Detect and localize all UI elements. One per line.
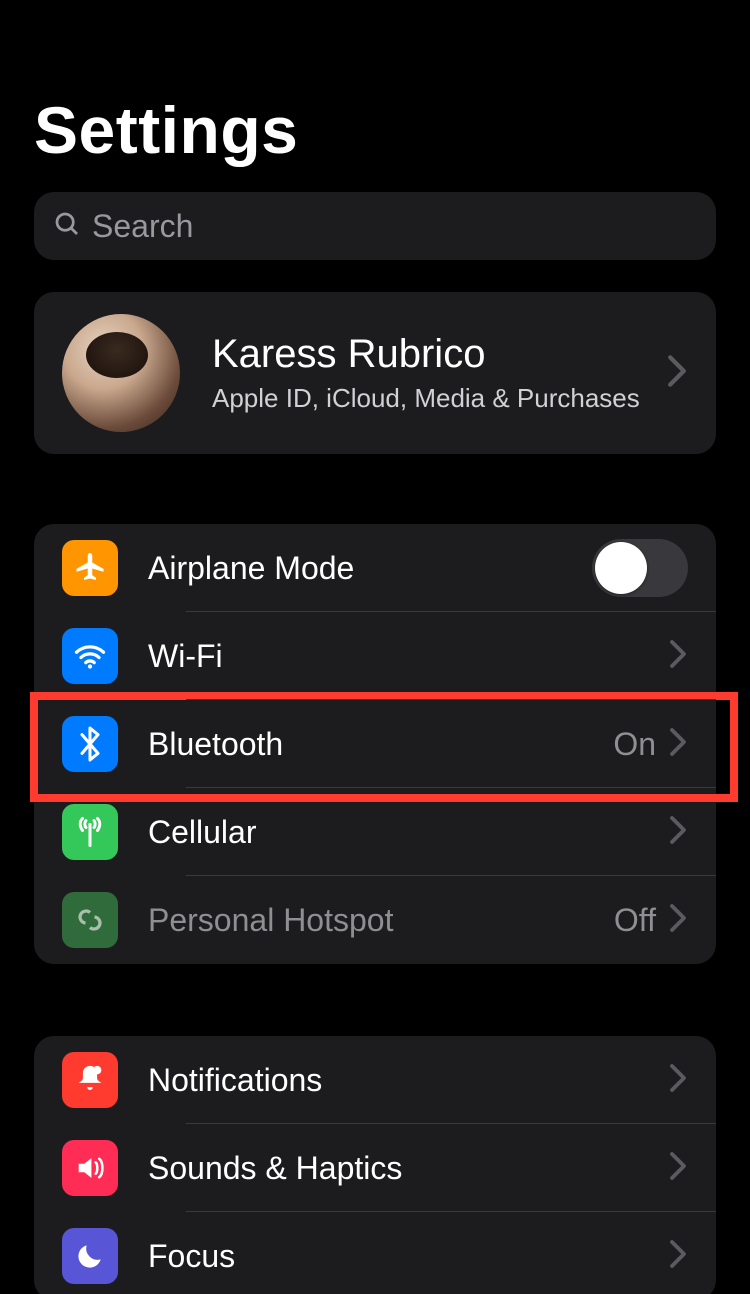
wifi-row[interactable]: Wi-Fi xyxy=(34,612,716,700)
page-title: Settings xyxy=(34,92,716,168)
airplane-mode-label: Airplane Mode xyxy=(148,550,592,587)
bluetooth-icon xyxy=(62,716,118,772)
search-field[interactable] xyxy=(34,192,716,260)
cellular-label: Cellular xyxy=(148,814,668,851)
airplane-mode-toggle[interactable] xyxy=(592,539,688,597)
apple-id-row[interactable]: Karess Rubrico Apple ID, iCloud, Media &… xyxy=(34,292,716,454)
wifi-label: Wi-Fi xyxy=(148,638,668,675)
cellular-row[interactable]: Cellular xyxy=(34,788,716,876)
chevron-right-icon xyxy=(668,1239,688,1274)
profile-subtitle: Apple ID, iCloud, Media & Purchases xyxy=(212,383,640,414)
chevron-right-icon xyxy=(668,1063,688,1098)
bluetooth-label: Bluetooth xyxy=(148,726,613,763)
sounds-label: Sounds & Haptics xyxy=(148,1150,668,1187)
search-input[interactable] xyxy=(92,208,698,245)
hotspot-row[interactable]: Personal Hotspot Off xyxy=(34,876,716,964)
focus-row[interactable]: Focus xyxy=(34,1212,716,1294)
focus-label: Focus xyxy=(148,1238,668,1275)
notifications-group: Notifications Sounds & Haptics Focus xyxy=(34,1036,716,1294)
search-icon xyxy=(52,209,82,244)
hotspot-icon xyxy=(62,892,118,948)
chevron-right-icon xyxy=(668,815,688,850)
bluetooth-value: On xyxy=(613,726,656,763)
avatar xyxy=(62,314,180,432)
chevron-right-icon xyxy=(666,354,688,393)
hotspot-label: Personal Hotspot xyxy=(148,902,614,939)
connectivity-group: Airplane Mode Wi-Fi Bluetooth On xyxy=(34,524,716,964)
notifications-label: Notifications xyxy=(148,1062,668,1099)
bluetooth-row[interactable]: Bluetooth On xyxy=(34,700,716,788)
cellular-icon xyxy=(62,804,118,860)
notifications-row[interactable]: Notifications xyxy=(34,1036,716,1124)
chevron-right-icon xyxy=(668,1151,688,1186)
hotspot-value: Off xyxy=(614,902,656,939)
speaker-icon xyxy=(62,1140,118,1196)
chevron-right-icon xyxy=(668,903,688,938)
wifi-icon xyxy=(62,628,118,684)
moon-icon xyxy=(62,1228,118,1284)
chevron-right-icon xyxy=(668,639,688,674)
sounds-row[interactable]: Sounds & Haptics xyxy=(34,1124,716,1212)
airplane-icon xyxy=(62,540,118,596)
chevron-right-icon xyxy=(668,727,688,762)
airplane-mode-row[interactable]: Airplane Mode xyxy=(34,524,716,612)
bell-icon xyxy=(62,1052,118,1108)
profile-name: Karess Rubrico xyxy=(212,332,640,377)
